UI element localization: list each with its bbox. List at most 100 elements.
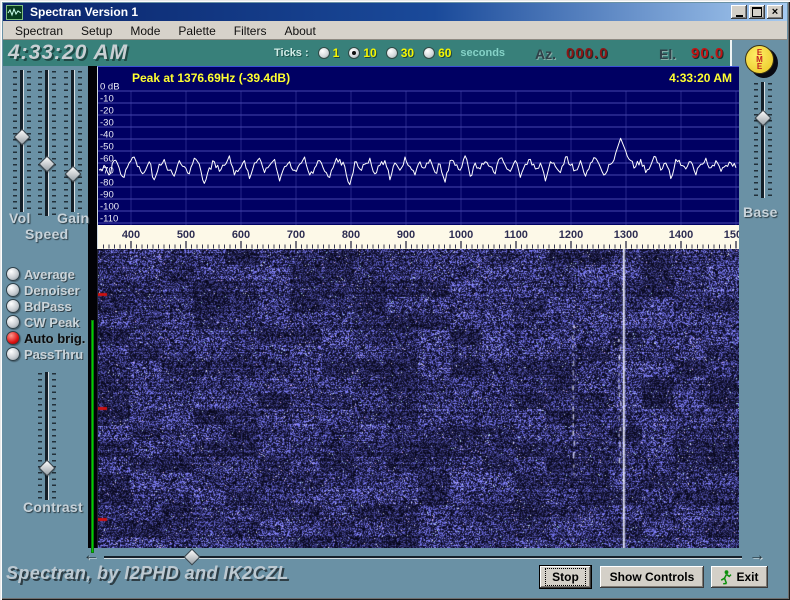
slider-ticks <box>13 71 17 211</box>
clock-display: 4:33:20 AM <box>8 41 128 65</box>
stop-button[interactable]: Stop <box>540 566 591 588</box>
slider-ticks <box>768 83 772 197</box>
ticks-option-label: 60 <box>438 46 451 60</box>
vol-slider[interactable] <box>13 70 31 212</box>
scroll-right-arrow-icon[interactable]: → <box>749 548 765 564</box>
waterfall-display <box>97 249 739 548</box>
window-title: Spectran Version 1 <box>30 5 138 19</box>
slider-track <box>45 70 49 216</box>
menu-item-filters[interactable]: Filters <box>225 22 276 40</box>
svg-text:800: 800 <box>342 229 360 241</box>
gain-slider[interactable] <box>64 70 82 212</box>
speed-label: Speed <box>25 226 69 242</box>
svg-text:-60: -60 <box>100 154 114 165</box>
slider-ticks <box>52 71 56 215</box>
slider-ticks <box>38 71 42 215</box>
svg-text:900: 900 <box>397 229 415 241</box>
svg-text:0 dB: 0 dB <box>100 82 120 93</box>
toggle-label: Average <box>24 267 75 282</box>
speed-slider[interactable] <box>38 70 56 216</box>
maximize-button[interactable] <box>749 5 765 19</box>
spectran-window: Spectran Version 1 × SpectranSetupModePa… <box>0 0 790 600</box>
svg-text:500: 500 <box>177 229 195 241</box>
toggle-dot <box>6 331 20 345</box>
ticks-radio-10[interactable] <box>348 47 360 59</box>
menu-item-about[interactable]: About <box>275 22 324 40</box>
strip-divider <box>730 40 732 66</box>
svg-text:-80: -80 <box>100 178 114 189</box>
minimize-button[interactable] <box>731 5 747 19</box>
svg-text:1300: 1300 <box>614 229 638 241</box>
title-bar[interactable]: Spectran Version 1 × <box>3 3 787 21</box>
toggle-bdpass[interactable]: BdPass <box>6 298 92 314</box>
status-strip: 4:33:20 AM Ticks : 1 10 30 60 seconds Az. 00… <box>3 40 730 66</box>
ticks-radio-60[interactable] <box>423 47 435 59</box>
svg-text:1000: 1000 <box>449 229 473 241</box>
svg-text:-10: -10 <box>100 94 114 105</box>
seconds-label: seconds <box>460 47 505 59</box>
svg-text:-40: -40 <box>100 130 114 141</box>
toggle-label: PassThru <box>24 347 83 362</box>
menu-item-palette[interactable]: Palette <box>169 22 224 40</box>
app-icon <box>6 5 23 20</box>
svg-text:1100: 1100 <box>504 229 528 241</box>
slider-ticks <box>27 71 31 211</box>
slider-ticks <box>52 373 56 499</box>
menu-item-spectran[interactable]: Spectran <box>6 22 72 40</box>
show-controls-button[interactable]: Show Controls <box>600 566 704 588</box>
toggle-label: Auto brig. <box>24 331 85 346</box>
toggle-label: Denoiser <box>24 283 80 298</box>
running-man-icon <box>720 570 732 585</box>
slider-track <box>45 372 49 500</box>
credit-text: Spectran, by I2PHD and IK2CZL <box>6 563 289 584</box>
contrast-label: Contrast <box>23 499 83 515</box>
base-slider[interactable] <box>754 82 772 198</box>
eme-badge[interactable]: EME <box>744 44 778 80</box>
contrast-slider[interactable] <box>38 372 56 500</box>
slider-ticks <box>78 71 82 211</box>
maximize-icon <box>752 7 762 17</box>
svg-text:1400: 1400 <box>669 229 693 241</box>
toggle-label: CW Peak <box>24 315 80 330</box>
svg-text:-20: -20 <box>100 106 114 117</box>
ticks-option-label: 30 <box>401 46 414 60</box>
exit-button[interactable]: Exit <box>711 566 768 588</box>
svg-text:-100: -100 <box>100 202 119 213</box>
ticks-label: Ticks : <box>274 47 309 59</box>
slider-track <box>761 82 765 198</box>
scroll-left-arrow-icon[interactable]: ← <box>83 548 99 564</box>
eme-letter: E <box>757 63 762 70</box>
svg-text:-110: -110 <box>100 214 118 225</box>
toggle-cw-peak[interactable]: CW Peak <box>6 314 92 330</box>
spectrum-clock: 4:33:20 AM <box>669 71 732 85</box>
toggle-denoiser[interactable]: Denoiser <box>6 282 92 298</box>
svg-text:-90: -90 <box>100 190 114 201</box>
slider-ticks <box>64 71 68 211</box>
svg-text:1500: 1500 <box>724 229 739 241</box>
azimuth-value: 000.0 <box>566 45 609 62</box>
minimize-icon <box>736 15 743 17</box>
elevation-value: 90.0 <box>691 45 724 62</box>
base-label: Base <box>743 204 778 220</box>
ticks-option-label: 10 <box>363 46 376 60</box>
show-controls-label: Show Controls <box>610 570 695 584</box>
ticks-radio-1[interactable] <box>318 47 330 59</box>
svg-text:1200: 1200 <box>559 229 583 241</box>
eme-badge-disc: EME <box>745 45 774 74</box>
azimuth-label: Az. <box>535 46 556 62</box>
menu-item-setup[interactable]: Setup <box>72 22 121 40</box>
svg-text:600: 600 <box>232 229 250 241</box>
ticks-selector: Ticks : 1 10 30 60 seconds <box>274 46 505 60</box>
toggle-label: BdPass <box>24 299 72 314</box>
ticks-radio-30[interactable] <box>386 47 398 59</box>
toggle-average[interactable]: Average <box>6 266 92 282</box>
close-button[interactable]: × <box>767 5 783 19</box>
close-icon: × <box>772 7 778 18</box>
vol-label: Vol <box>9 210 31 226</box>
menu-item-mode[interactable]: Mode <box>121 22 169 40</box>
toggle-passthru[interactable]: PassThru <box>6 346 92 362</box>
ticks-option-label: 1 <box>333 46 340 60</box>
slider-ticks <box>38 373 42 499</box>
toggle-auto-brig[interactable]: Auto brig. <box>6 330 92 346</box>
svg-text:700: 700 <box>287 229 305 241</box>
